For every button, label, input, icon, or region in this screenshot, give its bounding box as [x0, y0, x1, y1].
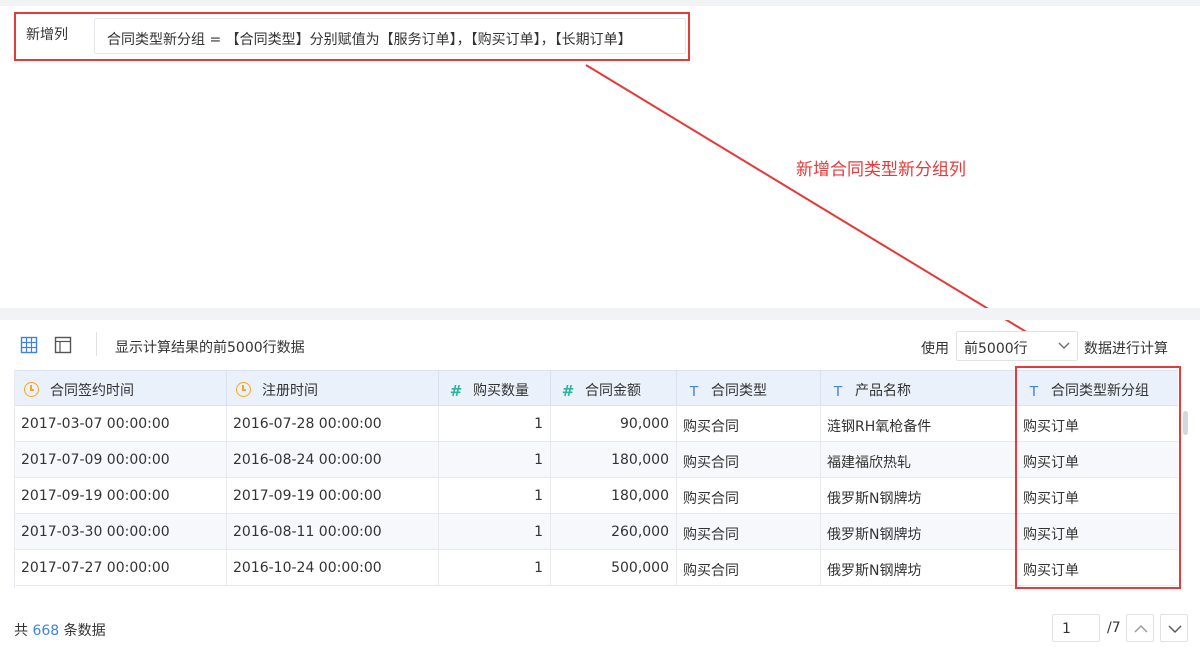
table-cell: 2017-07-27 00:00:00 — [15, 550, 227, 585]
table-cell: 1 — [439, 406, 551, 441]
table-row[interactable]: 2017-03-07 00:00:00 2016-07-28 00:00:00 … — [15, 406, 1178, 442]
next-page-button[interactable] — [1160, 614, 1188, 642]
new-column-formula-box: 新增列 合同类型新分组 = 【合同类型】分别赋值为【服务订单】，【购买订单】，【… — [14, 12, 690, 61]
table-cell: 购买合同 — [677, 550, 821, 585]
table-cell: 购买合同 — [677, 406, 821, 441]
text-type-icon: T — [1029, 383, 1039, 400]
column-header[interactable]: 合同签约时间 — [15, 371, 227, 405]
table-cell: 2017-09-19 00:00:00 — [15, 478, 227, 513]
table-cell: 180,000 — [551, 442, 677, 477]
text-type-icon: T — [689, 383, 699, 400]
table-cell: 购买订单 — [1023, 527, 1079, 543]
table-cell: 购买订单 — [1023, 419, 1079, 435]
layout-view-icon[interactable] — [54, 336, 72, 354]
column-header-label: 合同类型 — [711, 383, 767, 399]
section-divider — [0, 308, 1200, 320]
table-cell: 1 — [439, 442, 551, 477]
table-cell: 1 — [439, 478, 551, 513]
table-cell: 俄罗斯N钢牌坊 — [821, 550, 1017, 585]
column-header[interactable]: T 产品名称 — [821, 371, 1017, 405]
total-count: 668 — [32, 623, 60, 639]
total-prefix: 共 — [14, 623, 28, 639]
table-cell: 购买合同 — [677, 514, 821, 549]
prev-page-button[interactable] — [1126, 614, 1154, 642]
annotation-text: 新增合同类型新分组列 — [796, 160, 966, 180]
chevron-down-icon — [1058, 342, 1070, 349]
row-limit-select[interactable]: 前5000行 — [956, 331, 1078, 361]
column-header-label: 购买数量 — [473, 383, 529, 399]
table-cell: 购买订单 — [1023, 455, 1079, 471]
column-header[interactable]: # 购买数量 — [439, 371, 551, 405]
hash-icon: # — [449, 382, 463, 400]
table-cell: 俄罗斯N钢牌坊 — [821, 478, 1017, 513]
table-header: 合同签约时间 注册时间 # 购买数量 # 合同金额 T 合同类型 T 产品名称 T 合同类… — [15, 370, 1178, 406]
table-cell: 2016-08-24 00:00:00 — [227, 442, 439, 477]
text-type-icon: T — [833, 383, 843, 400]
table-cell: 2016-10-24 00:00:00 — [227, 550, 439, 585]
column-header[interactable]: T 合同类型新分组 — [1017, 371, 1178, 405]
use-label: 使用 — [921, 341, 949, 357]
row-limit-value: 前5000行 — [964, 341, 1028, 357]
vertical-scrollbar[interactable] — [1183, 411, 1188, 435]
table-cell: 90,000 — [551, 406, 677, 441]
calc-label: 数据进行计算 — [1084, 341, 1168, 357]
new-column-label: 新增列 — [26, 27, 68, 43]
top-band — [0, 0, 1200, 6]
column-header-label: 合同类型新分组 — [1051, 383, 1149, 399]
table-cell: 2016-07-28 00:00:00 — [227, 406, 439, 441]
table-row[interactable]: 2017-07-27 00:00:00 2016-10-24 00:00:00 … — [15, 550, 1178, 586]
chevron-up-icon — [1134, 625, 1148, 633]
page-total: /7 — [1107, 620, 1121, 636]
column-header[interactable]: 注册时间 — [227, 371, 439, 405]
table-cell: 1 — [439, 514, 551, 549]
formula-input[interactable]: 合同类型新分组 = 【合同类型】分别赋值为【服务订单】，【购买订单】，【长期订单… — [94, 18, 686, 54]
chevron-down-icon — [1168, 625, 1182, 633]
table-cell: 2017-07-09 00:00:00 — [15, 442, 227, 477]
total-suffix: 条数据 — [63, 623, 106, 639]
total-count-text: 共 668 条数据 — [14, 620, 106, 640]
clock-icon — [24, 382, 39, 397]
table-cell: 2016-08-11 00:00:00 — [227, 514, 439, 549]
table-row[interactable]: 2017-03-30 00:00:00 2016-08-11 00:00:00 … — [15, 514, 1178, 550]
toolbar-divider — [96, 332, 97, 356]
table-cell: 涟钢RH氧枪备件 — [821, 406, 1017, 441]
table-row[interactable]: 2017-07-09 00:00:00 2016-08-24 00:00:00 … — [15, 442, 1178, 478]
column-header-label: 合同金额 — [585, 383, 641, 399]
table-cell: 500,000 — [551, 550, 677, 585]
table-row[interactable]: 2017-09-19 00:00:00 2017-09-19 00:00:00 … — [15, 478, 1178, 514]
column-header-label: 产品名称 — [855, 383, 911, 399]
table-cell: 购买订单 — [1023, 491, 1079, 507]
column-header[interactable]: T 合同类型 — [677, 371, 821, 405]
table-cell: 俄罗斯N钢牌坊 — [821, 514, 1017, 549]
column-header-label: 合同签约时间 — [50, 383, 134, 399]
column-header[interactable]: # 合同金额 — [551, 371, 677, 405]
column-header-label: 注册时间 — [262, 383, 318, 399]
table-cell: 购买合同 — [677, 442, 821, 477]
table-cell: 福建福欣热轧 — [821, 442, 1017, 477]
table-cell: 2017-03-30 00:00:00 — [15, 514, 227, 549]
clock-icon — [236, 382, 251, 397]
table-cell: 1 — [439, 550, 551, 585]
table-cell: 2017-03-07 00:00:00 — [15, 406, 227, 441]
table-cell: 购买订单 — [1023, 563, 1079, 579]
page-number-input[interactable]: 1 — [1052, 614, 1100, 642]
table-cell: 购买合同 — [677, 478, 821, 513]
table-cell: 260,000 — [551, 514, 677, 549]
data-table: 合同签约时间 注册时间 # 购买数量 # 合同金额 T 合同类型 T 产品名称 T 合同类… — [14, 370, 1178, 588]
grid-view-icon[interactable] — [20, 336, 38, 354]
table-cell: 2017-09-19 00:00:00 — [227, 478, 439, 513]
hash-icon: # — [561, 382, 575, 400]
table-cell: 180,000 — [551, 478, 677, 513]
result-info-text: 显示计算结果的前5000行数据 — [115, 340, 305, 356]
